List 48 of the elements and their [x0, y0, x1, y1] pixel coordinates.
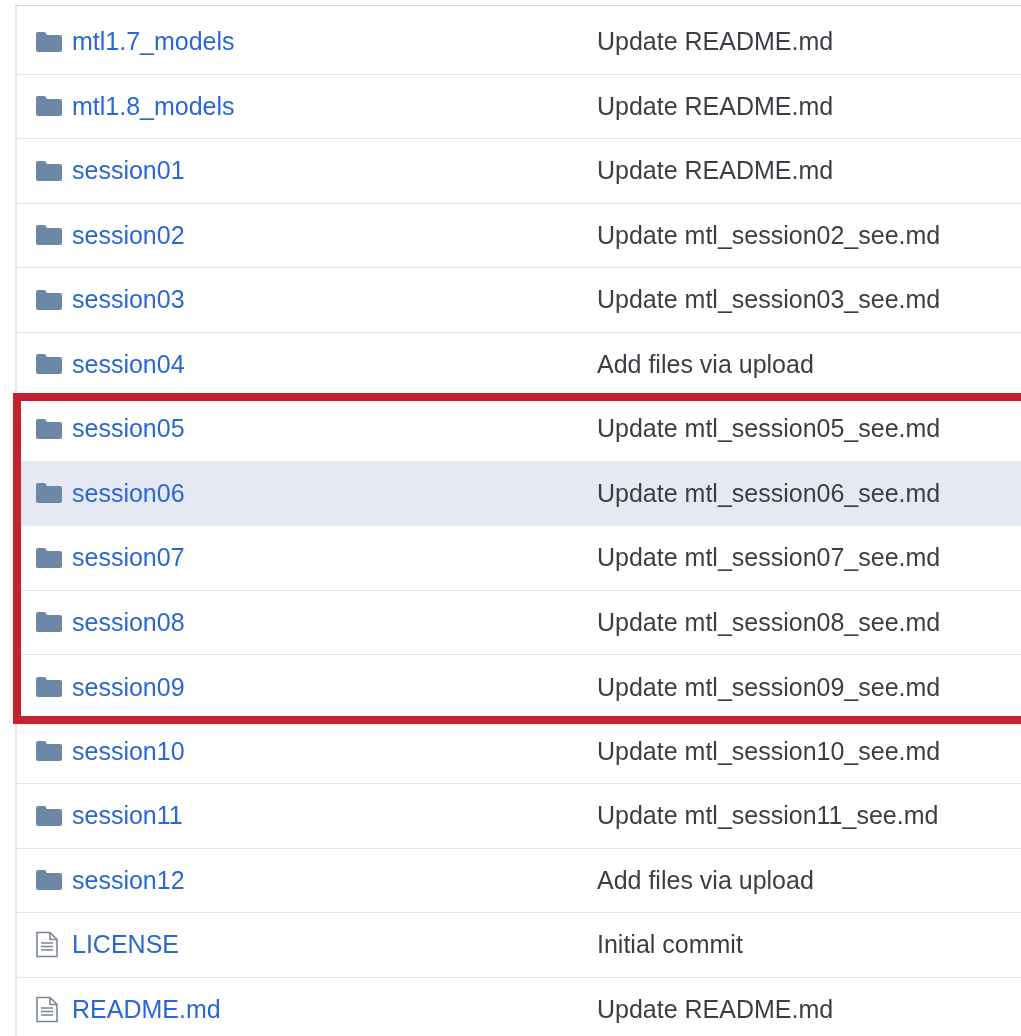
- folder-icon: [35, 676, 63, 699]
- file-name-link[interactable]: session05: [72, 414, 597, 444]
- file-name-link[interactable]: session11: [72, 801, 597, 831]
- commit-message: Initial commit: [597, 930, 743, 960]
- commit-message: Update mtl_session02_see.md: [597, 220, 941, 250]
- folder-icon: [35, 288, 63, 311]
- file-name-link[interactable]: session06: [72, 478, 597, 508]
- file-name-link[interactable]: mtl1.8_models: [72, 91, 597, 121]
- folder-icon: [35, 611, 63, 634]
- folder-icon: [35, 95, 63, 118]
- commit-message: Update README.md: [597, 156, 834, 186]
- commit-message: Update mtl_session07_see.md: [597, 543, 941, 573]
- commit-message: Update mtl_session11_see.md: [597, 801, 939, 831]
- file-name-link[interactable]: session01: [72, 156, 597, 186]
- file-name-link[interactable]: README.md: [72, 995, 597, 1025]
- commit-message: Update mtl_session08_see.md: [597, 607, 941, 637]
- file-name-link[interactable]: mtl1.7_models: [72, 27, 597, 57]
- commit-message: Update mtl_session09_see.md: [597, 672, 941, 702]
- file-name-link[interactable]: session04: [72, 349, 597, 379]
- file-icon: [35, 996, 59, 1024]
- folder-icon: [35, 804, 63, 827]
- commit-message: Update README.md: [597, 27, 834, 57]
- file-name-link[interactable]: session12: [72, 865, 597, 895]
- folder-icon: [35, 482, 63, 505]
- commit-message: Update mtl_session06_see.md: [597, 478, 941, 508]
- folder-icon: [35, 869, 63, 892]
- file-name-link[interactable]: session08: [72, 607, 597, 637]
- file-icon: [35, 931, 59, 959]
- folder-icon: [35, 417, 63, 440]
- folder-icon: [35, 740, 63, 763]
- commit-message: Update mtl_session05_see.md: [597, 414, 941, 444]
- commit-message: Update mtl_session10_see.md: [597, 736, 941, 766]
- file-name-link[interactable]: session09: [72, 672, 597, 702]
- folder-icon: [35, 30, 63, 53]
- file-name-link[interactable]: LICENSE: [72, 930, 597, 960]
- folder-icon: [35, 224, 63, 247]
- file-name-link[interactable]: session02: [72, 220, 597, 250]
- folder-icon: [35, 159, 63, 182]
- commit-message: Update mtl_session03_see.md: [597, 285, 941, 315]
- file-name-link[interactable]: session10: [72, 736, 597, 766]
- commit-message: Update README.md: [597, 995, 834, 1025]
- commit-message: Add files via upload: [597, 865, 814, 895]
- commit-message: Add files via upload: [597, 349, 814, 379]
- file-name-link[interactable]: session07: [72, 543, 597, 573]
- file-name-link[interactable]: session03: [72, 285, 597, 315]
- commit-message: Update README.md: [597, 91, 834, 121]
- folder-icon: [35, 353, 63, 376]
- folder-icon: [35, 546, 63, 569]
